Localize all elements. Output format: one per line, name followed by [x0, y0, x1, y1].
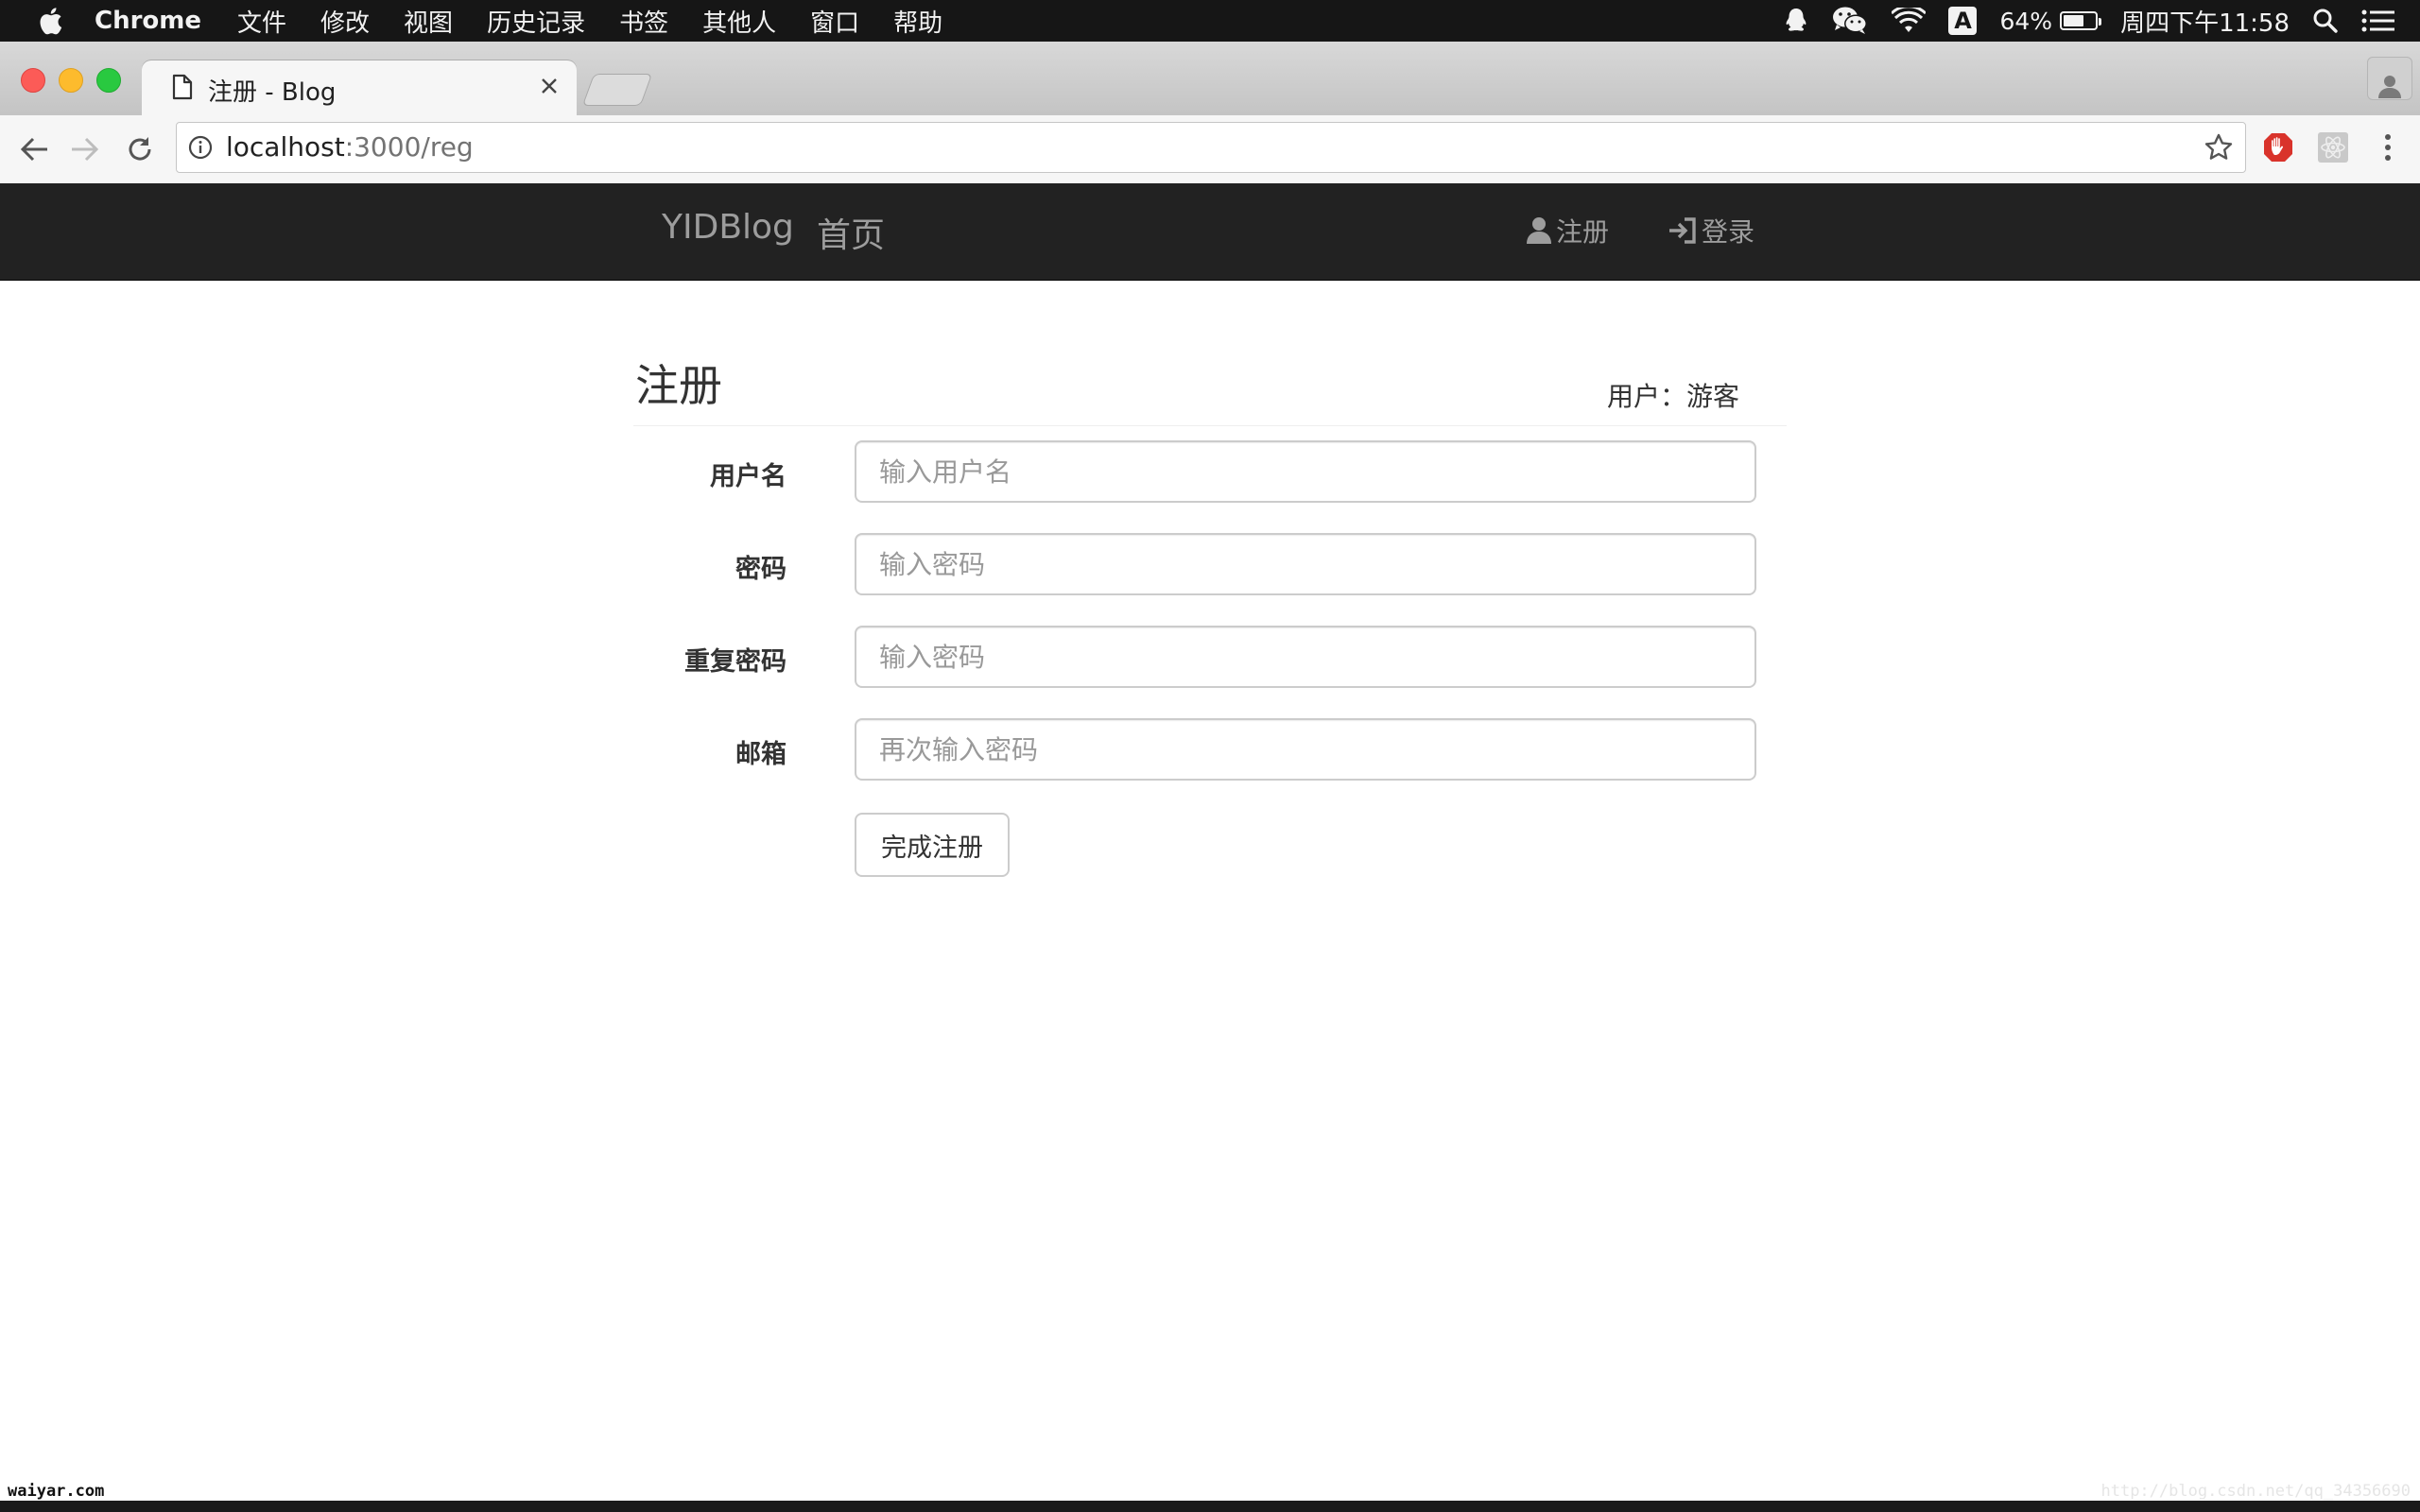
battery-nub	[2099, 18, 2102, 26]
menu-view[interactable]: 视图	[404, 4, 453, 39]
window-minimize-button[interactable]	[59, 68, 83, 93]
browser-toolbar: localhost:3000/reg	[0, 115, 2420, 184]
new-tab-button[interactable]	[581, 74, 653, 106]
spotlight-search-icon[interactable]	[2312, 8, 2339, 34]
page-document-icon	[172, 74, 193, 100]
bookmark-star-icon[interactable]	[2204, 132, 2234, 163]
chrome-menu-icon[interactable]	[2369, 129, 2407, 166]
menu-bar-status-area: A 64% 周四下午11:58	[1761, 0, 2395, 42]
menu-help[interactable]: 帮助	[893, 4, 942, 39]
form-row-email: 邮箱	[633, 718, 1758, 782]
battery-icon[interactable]	[2060, 11, 2102, 30]
apple-icon[interactable]	[38, 7, 62, 35]
menu-bookmarks[interactable]: 书签	[619, 4, 668, 39]
submit-register-button[interactable]: 完成注册	[855, 813, 1010, 877]
adblock-extension-icon[interactable]	[2259, 129, 2297, 166]
back-arrow-icon[interactable]	[15, 130, 53, 168]
menu-edit[interactable]: 修改	[320, 4, 370, 39]
site-info-icon[interactable]	[188, 135, 213, 160]
tab-close-icon[interactable]	[535, 72, 563, 100]
username-input[interactable]	[855, 440, 1756, 503]
form-row-username: 用户名	[633, 440, 1758, 505]
bottom-strip	[0, 1501, 2420, 1512]
nav-home-link[interactable]: 首页	[817, 208, 885, 257]
username-label: 用户名	[710, 462, 786, 491]
browser-tab-active[interactable]: 注册 - Blog	[142, 60, 577, 115]
page-title: 注册	[635, 360, 722, 411]
battery-fill	[2064, 15, 2083, 26]
menu-people[interactable]: 其他人	[702, 4, 776, 39]
password-input[interactable]	[855, 533, 1756, 595]
clock[interactable]: 周四下午11:58	[2120, 4, 2290, 39]
form-row-password: 密码	[633, 533, 1758, 597]
nav-login-link[interactable]: 登录	[1668, 212, 1754, 249]
user-icon	[1527, 217, 1551, 244]
nav-register-link[interactable]: 注册	[1526, 212, 1609, 249]
email-input[interactable]	[855, 718, 1756, 781]
user-status: 用户：游客	[1606, 381, 1739, 412]
watermark-right: http://blog.csdn.net/qq_34356690	[2100, 1482, 2411, 1501]
menu-history[interactable]: 历史记录	[487, 4, 585, 39]
window-close-button[interactable]	[21, 68, 45, 93]
page-header: 注册 用户：游客	[633, 352, 1787, 426]
nav-register-label: 注册	[1556, 216, 1610, 248]
menu-file[interactable]: 文件	[237, 4, 286, 39]
menu-window[interactable]: 窗口	[810, 4, 859, 39]
nav-login-label: 登录	[1702, 216, 1755, 248]
window-zoom-button[interactable]	[96, 68, 121, 93]
password-label: 密码	[735, 555, 786, 584]
watermark-left: waiyar.com	[8, 1482, 105, 1501]
input-method-icon[interactable]: A	[1948, 7, 1978, 35]
form-row-repeat-password: 重复密码	[633, 626, 1758, 690]
react-devtools-extension-icon[interactable]	[2314, 129, 2352, 166]
repeat-password-label: 重复密码	[684, 647, 786, 677]
forward-arrow-icon[interactable]	[66, 130, 104, 168]
wechat-icon[interactable]	[1831, 6, 1869, 36]
profile-icon[interactable]	[2367, 57, 2412, 100]
url-text[interactable]: localhost:3000/reg	[226, 131, 474, 163]
site-navbar: YIDBlog 首页 注册 登录	[0, 183, 2420, 281]
qq-icon[interactable]	[1784, 7, 1808, 35]
url-path: :3000/reg	[344, 131, 474, 163]
tab-title: 注册 - Blog	[208, 78, 337, 107]
navbar-brand[interactable]: YIDBlog	[662, 208, 794, 247]
battery-percent: 64%	[1999, 7, 2053, 35]
address-bar[interactable]: localhost:3000/reg	[176, 122, 2246, 173]
reload-icon[interactable]	[121, 130, 159, 168]
macos-menu-bar: Chrome 文件 修改 视图 历史记录 书签 其他人 窗口 帮助 A 64% …	[0, 0, 2420, 42]
login-icon	[1669, 217, 1696, 244]
email-label: 邮箱	[735, 740, 786, 769]
repeat-password-input[interactable]	[855, 626, 1756, 688]
url-host: localhost	[226, 131, 345, 163]
wifi-icon[interactable]	[1892, 8, 1927, 34]
menu-app-chrome[interactable]: Chrome	[95, 7, 201, 35]
notification-center-icon[interactable]	[2361, 8, 2395, 34]
